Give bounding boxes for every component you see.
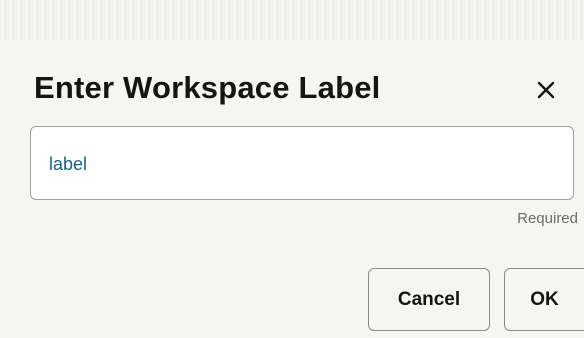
close-icon <box>526 81 566 113</box>
cancel-button[interactable]: Cancel <box>368 268 490 331</box>
ok-button[interactable]: OK <box>504 268 584 331</box>
workspace-label-field[interactable] <box>30 126 574 200</box>
dialog-title: Enter Workspace Label <box>34 70 381 105</box>
workspace-label-input[interactable] <box>49 149 549 179</box>
enter-workspace-label-dialog: Enter Workspace Label Required Cancel OK <box>0 40 584 338</box>
required-helper-text: Required <box>517 210 578 227</box>
close-button[interactable] <box>526 70 566 110</box>
background-app-strip <box>0 0 584 40</box>
